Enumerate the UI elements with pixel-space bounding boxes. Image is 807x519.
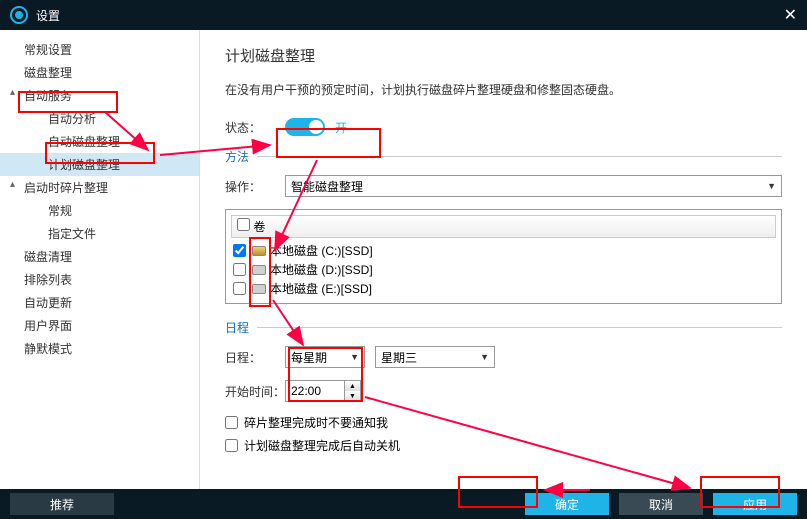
status-label: 状态： bbox=[225, 119, 285, 136]
spinner-down-icon: ▼ bbox=[345, 391, 360, 401]
schedule-fieldset: 日程 日程： 每星期▼ 星期三▼ 开始时间： 22:00 ▲▼ 碎片整理完成时不… bbox=[225, 319, 782, 465]
page-title: 计划磁盘整理 bbox=[225, 45, 782, 66]
sidebar-item-general-settings[interactable]: 常规设置 bbox=[0, 38, 199, 61]
sidebar-item-ui[interactable]: 用户界面 bbox=[0, 314, 199, 337]
chevron-down-icon: ▼ bbox=[767, 181, 776, 191]
window-title: 设置 bbox=[36, 7, 60, 24]
volume-list: 卷 本地磁盘 (C:)[SSD] 本地磁盘 (D:)[SSD] 本地磁盘 (E:… bbox=[225, 209, 782, 304]
method-legend: 方法 bbox=[225, 148, 257, 165]
start-time-label: 开始时间： bbox=[225, 383, 285, 400]
app-logo-icon bbox=[10, 6, 28, 24]
toggle-state-text: 开 bbox=[335, 119, 347, 136]
volume-checkbox[interactable] bbox=[233, 282, 246, 295]
chevron-icon[interactable]: ▴ bbox=[10, 179, 20, 190]
start-time-input[interactable]: 22:00 bbox=[285, 380, 345, 402]
page-description: 在没有用户干预的预定时间，计划执行磁盘碎片整理硬盘和修整固态硬盘。 bbox=[225, 81, 782, 98]
status-toggle[interactable] bbox=[285, 118, 325, 136]
sidebar-item-auto-service[interactable]: ▴自动服务 bbox=[0, 84, 199, 107]
recommend-button[interactable]: 推荐 bbox=[10, 493, 114, 515]
apply-button[interactable]: 应用 bbox=[713, 493, 797, 515]
titlebar: 设置 ✕ bbox=[0, 0, 807, 30]
sidebar-item-boot-defrag[interactable]: ▴启动时碎片整理 bbox=[0, 176, 199, 199]
sidebar-item-boot-general[interactable]: 常规 bbox=[0, 199, 199, 222]
sidebar-item-exclusion[interactable]: 排除列表 bbox=[0, 268, 199, 291]
shutdown-checkbox[interactable] bbox=[225, 439, 238, 452]
sidebar-item-boot-specific[interactable]: 指定文件 bbox=[0, 222, 199, 245]
volume-header: 卷 bbox=[231, 215, 776, 238]
schedule-legend: 日程 bbox=[225, 319, 257, 336]
chevron-icon[interactable]: ▴ bbox=[10, 87, 20, 98]
time-spinner[interactable]: ▲▼ bbox=[345, 380, 361, 402]
date-label: 日程： bbox=[225, 349, 285, 366]
spinner-up-icon: ▲ bbox=[345, 381, 360, 391]
notify-label: 碎片整理完成时不要通知我 bbox=[244, 414, 388, 431]
close-icon[interactable]: ✕ bbox=[784, 5, 797, 25]
sidebar-item-auto-analyze[interactable]: 自动分析 bbox=[0, 107, 199, 130]
cancel-button[interactable]: 取消 bbox=[619, 493, 703, 515]
disk-icon bbox=[252, 246, 266, 256]
shutdown-label: 计划磁盘整理完成后自动关机 bbox=[244, 437, 400, 454]
sidebar-item-silent[interactable]: 静默模式 bbox=[0, 337, 199, 360]
sidebar-item-auto-defrag[interactable]: 自动磁盘整理 bbox=[0, 130, 199, 153]
sidebar-item-scheduled-defrag[interactable]: 计划磁盘整理 bbox=[0, 153, 199, 176]
volume-select-all[interactable] bbox=[237, 218, 250, 231]
footer: 推荐 确定 取消 应用 bbox=[0, 489, 807, 519]
sidebar-item-disk-defrag[interactable]: 磁盘整理 bbox=[0, 61, 199, 84]
method-fieldset: 方法 操作： 智能磁盘整理 ▼ 卷 本地磁盘 (C:)[SSD] 本地磁盘 (D… bbox=[225, 148, 782, 309]
sidebar-item-disk-cleanup[interactable]: 磁盘清理 bbox=[0, 245, 199, 268]
chevron-down-icon: ▼ bbox=[480, 352, 489, 362]
disk-icon bbox=[252, 284, 266, 294]
weekday-select[interactable]: 星期三▼ bbox=[375, 346, 495, 368]
notify-checkbox[interactable] bbox=[225, 416, 238, 429]
content-pane: 计划磁盘整理 在没有用户干预的预定时间，计划执行磁盘碎片整理硬盘和修整固态硬盘。… bbox=[200, 30, 807, 489]
volume-checkbox[interactable] bbox=[233, 263, 246, 276]
operation-label: 操作： bbox=[225, 178, 285, 195]
sidebar-item-auto-update[interactable]: 自动更新 bbox=[0, 291, 199, 314]
volume-row[interactable]: 本地磁盘 (C:)[SSD] bbox=[231, 241, 776, 260]
volume-checkbox[interactable] bbox=[233, 244, 246, 257]
chevron-down-icon: ▼ bbox=[350, 352, 359, 362]
sidebar: 常规设置 磁盘整理 ▴自动服务 自动分析 自动磁盘整理 计划磁盘整理 ▴启动时碎… bbox=[0, 30, 200, 489]
volume-row[interactable]: 本地磁盘 (E:)[SSD] bbox=[231, 279, 776, 298]
ok-button[interactable]: 确定 bbox=[525, 493, 609, 515]
frequency-select[interactable]: 每星期▼ bbox=[285, 346, 365, 368]
volume-row[interactable]: 本地磁盘 (D:)[SSD] bbox=[231, 260, 776, 279]
disk-icon bbox=[252, 265, 266, 275]
operation-select[interactable]: 智能磁盘整理 ▼ bbox=[285, 175, 782, 197]
